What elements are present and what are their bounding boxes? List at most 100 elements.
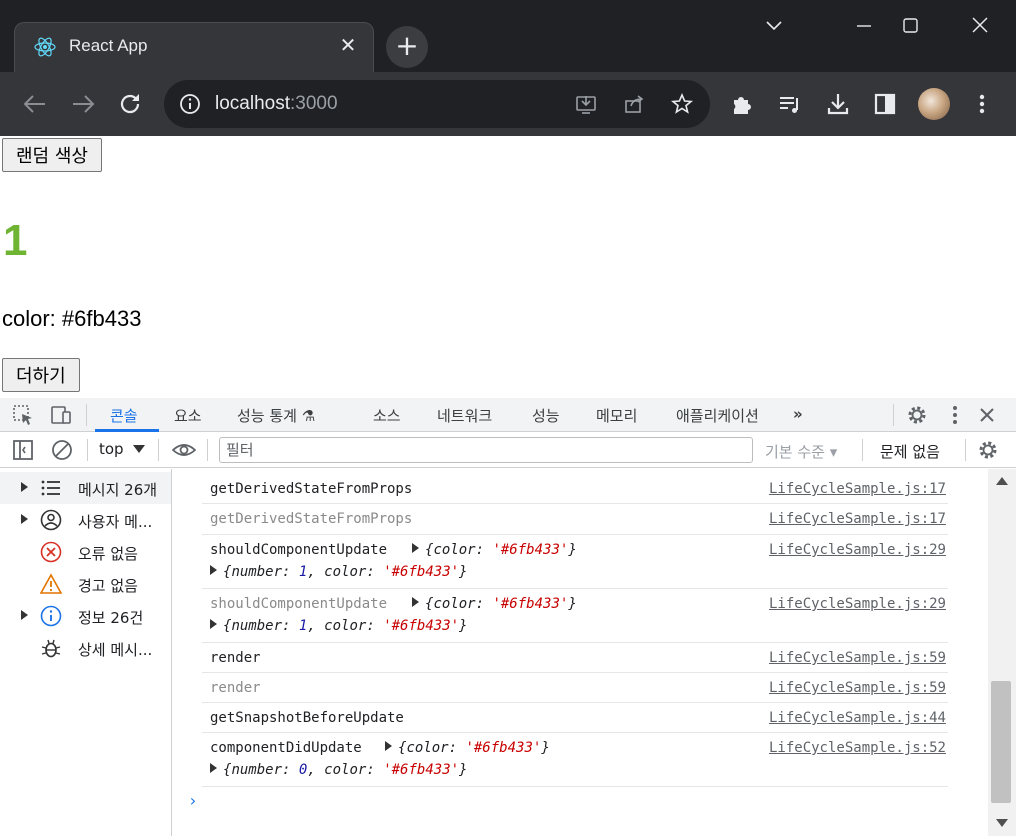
object-preview[interactable]: {color: '#6fb433'} [412, 542, 577, 558]
console-message[interactable]: shouldComponentUpdate {color: '#6fb433'}… [202, 535, 948, 589]
console-message[interactable]: getDerivedStateFromProps LifeCycleSample… [202, 504, 948, 535]
sidebar-item-user-messages[interactable]: 사용자 메... [0, 504, 171, 536]
sidebar-item-label: 경고 없음 [78, 577, 138, 595]
expand-arrow-icon [412, 597, 419, 607]
source-link[interactable]: LifeCycleSample.js:17 [769, 511, 946, 527]
console-settings-gear-icon[interactable] [976, 438, 1000, 462]
expand-arrow-icon[interactable] [21, 610, 28, 620]
tab-console[interactable]: 콘솔 [110, 405, 138, 426]
source-link[interactable]: LifeCycleSample.js:59 [769, 680, 946, 696]
address-bar[interactable]: localhost:3000 [164, 80, 710, 128]
tab-close-icon[interactable]: ✕ [337, 34, 359, 56]
share-icon[interactable] [622, 92, 646, 116]
source-link[interactable]: LifeCycleSample.js:29 [769, 596, 946, 612]
back-icon[interactable] [19, 88, 51, 120]
tab-memory[interactable]: 메모리 [596, 405, 637, 426]
divider [862, 439, 863, 461]
source-link[interactable]: LifeCycleSample.js:59 [769, 650, 946, 666]
minimize-icon[interactable] [844, 8, 884, 44]
sidebar-item-messages[interactable]: 메시지 26개 [0, 472, 171, 504]
console-message[interactable]: shouldComponentUpdate {color: '#6fb433'}… [202, 589, 948, 643]
device-toolbar-icon[interactable] [49, 403, 73, 427]
browser-toolbar: localhost:3000 [0, 72, 1016, 136]
object-preview[interactable]: {color: '#6fb433'} [385, 740, 550, 756]
scrollbar-thumb[interactable] [991, 681, 1011, 803]
scroll-up-arrow-icon[interactable] [996, 477, 1008, 485]
tab-application[interactable]: 애플리케이션 [676, 405, 759, 426]
extensions-icon[interactable] [729, 91, 755, 117]
source-link[interactable]: LifeCycleSample.js:29 [769, 542, 946, 558]
tab-performance-insights-label: 성능 통계 [237, 407, 297, 425]
url-text[interactable]: localhost:3000 [215, 93, 338, 115]
profile-avatar[interactable] [918, 88, 950, 120]
maximize-icon[interactable] [890, 8, 930, 44]
tab-performance[interactable]: 성능 [532, 405, 560, 426]
devtools-more-icon[interactable] [943, 403, 967, 427]
log-levels-dropdown[interactable]: 기본 수준 ▾ [765, 441, 837, 462]
console-filter-input[interactable] [219, 437, 753, 463]
console-message[interactable]: componentDidUpdate {color: '#6fb433'} {n… [202, 733, 948, 787]
downloads-icon[interactable] [825, 91, 851, 117]
expand-arrow-icon[interactable] [21, 514, 28, 524]
message-text: getSnapshotBeforeUpdate [210, 710, 404, 726]
error-icon [40, 541, 62, 563]
sidebar-item-label: 오류 없음 [78, 545, 138, 563]
tab-sources[interactable]: 소스 [373, 405, 401, 426]
issues-counter[interactable]: 문제 없음 [880, 441, 940, 462]
object-preview[interactable]: {number: 0, color: '#6fb433'} [210, 762, 467, 778]
expand-arrow-icon [210, 763, 217, 773]
levels-dropdown-arrow-icon: ▾ [829, 443, 838, 461]
random-color-button[interactable]: 랜덤 색상 [2, 138, 102, 172]
bookmark-star-icon[interactable] [670, 92, 694, 116]
media-control-icon[interactable] [777, 91, 803, 117]
list-icon [41, 480, 60, 496]
more-tabs-chevron-icon[interactable]: » [793, 405, 803, 423]
install-app-icon[interactable] [574, 92, 598, 116]
show-sidebar-icon[interactable] [11, 438, 35, 462]
forward-icon[interactable] [67, 88, 99, 120]
browser-tab[interactable]: React App ✕ [14, 22, 374, 72]
sidebar-item-errors[interactable]: 오류 없음 [0, 536, 171, 568]
console-message[interactable]: render LifeCycleSample.js:59 [202, 673, 948, 703]
new-tab-button[interactable]: + [386, 26, 428, 68]
console-message[interactable]: getDerivedStateFromProps LifeCycleSample… [202, 474, 948, 504]
sidebar-item-info[interactable]: 정보 26건 [0, 600, 171, 632]
source-link[interactable]: LifeCycleSample.js:52 [769, 740, 946, 756]
inspect-element-icon[interactable] [11, 403, 35, 427]
console-message[interactable]: render LifeCycleSample.js:59 [202, 643, 948, 673]
color-label: color: #6fb433 [2, 306, 142, 331]
scroll-down-arrow-icon[interactable] [996, 819, 1008, 827]
tab-search-icon[interactable] [754, 8, 794, 44]
expand-arrow-icon[interactable] [21, 482, 28, 492]
object-preview[interactable]: {color: '#6fb433'} [412, 596, 577, 612]
url-port: :3000 [290, 93, 338, 114]
console-prompt-chevron-icon[interactable]: › [188, 791, 198, 810]
source-link[interactable]: LifeCycleSample.js:44 [769, 710, 946, 726]
clear-console-icon[interactable] [50, 438, 74, 462]
object-preview[interactable]: {number: 1, color: '#6fb433'} [210, 618, 467, 634]
source-link[interactable]: LifeCycleSample.js:17 [769, 481, 946, 497]
settings-gear-icon[interactable] [905, 403, 929, 427]
tab-title: React App [69, 36, 148, 55]
more-menu-icon[interactable] [969, 91, 995, 117]
window-close-icon[interactable] [960, 8, 1000, 44]
object-preview[interactable]: {number: 1, color: '#6fb433'} [210, 564, 467, 580]
sidebar-item-verbose[interactable]: 상세 메시... [0, 632, 171, 664]
console-scrollbar[interactable] [988, 469, 1016, 836]
info-icon [40, 605, 62, 627]
reload-icon[interactable] [114, 88, 146, 120]
context-dropdown-arrow-icon[interactable] [133, 445, 145, 453]
tab-performance-insights[interactable]: 성능 통계 ⚗ [237, 405, 315, 426]
devtools-panel: 콘솔 요소 성능 통계 ⚗ 소스 네트워크 성능 메모리 애플리케이션 » to… [0, 398, 1016, 836]
side-panel-icon[interactable] [872, 91, 898, 117]
divider [207, 439, 208, 461]
site-info-icon[interactable] [178, 92, 202, 116]
console-message[interactable]: getSnapshotBeforeUpdate LifeCycleSample.… [202, 703, 948, 733]
tab-network[interactable]: 네트워크 [437, 405, 492, 426]
context-selector[interactable]: top [99, 440, 124, 458]
live-expression-eye-icon[interactable] [172, 438, 196, 462]
devtools-close-icon[interactable] [975, 403, 999, 427]
sidebar-item-warnings[interactable]: 경고 없음 [0, 568, 171, 600]
tab-elements[interactable]: 요소 [174, 405, 202, 426]
add-button[interactable]: 더하기 [2, 358, 80, 392]
